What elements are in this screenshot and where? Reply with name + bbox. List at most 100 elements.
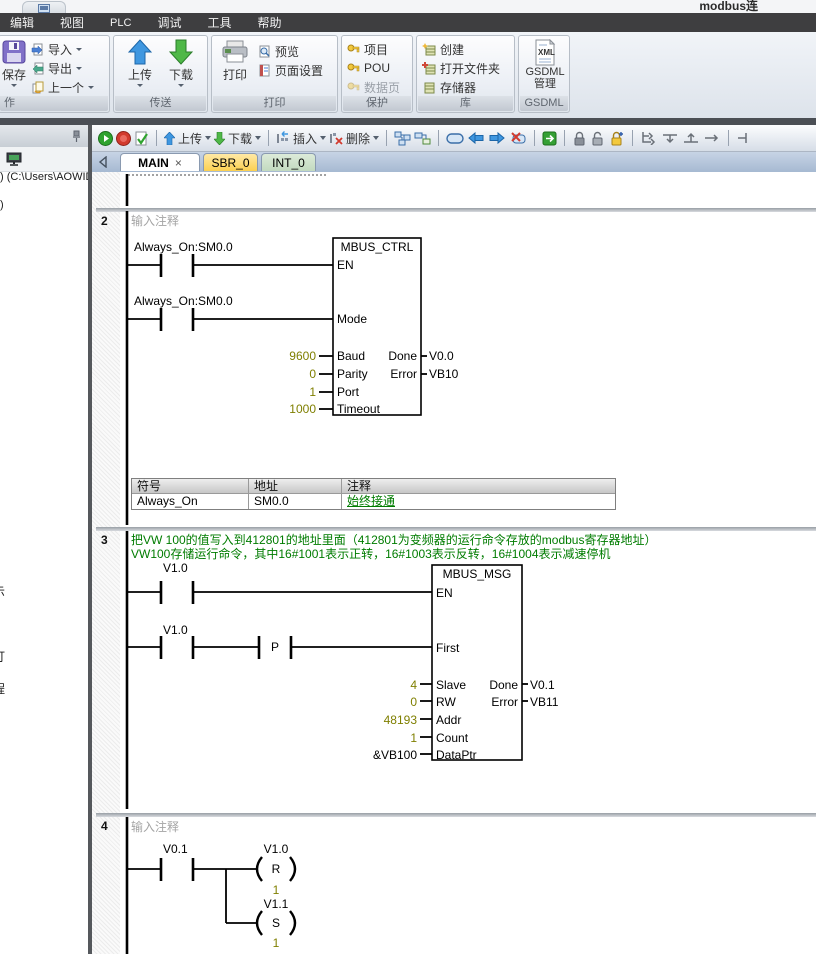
menu-tools[interactable]: 工具 xyxy=(207,14,231,31)
tree-item-fragment[interactable]: 打 xyxy=(0,648,5,665)
tree-item-fragment[interactable]: ) xyxy=(0,199,4,211)
pou-diagram-icon[interactable] xyxy=(394,131,411,146)
param-addr-value[interactable]: 48193 xyxy=(384,713,418,727)
library-memory-button[interactable]: 存储器 xyxy=(422,78,476,96)
output-done-operand[interactable]: V0.1 xyxy=(530,678,555,692)
editor-upload-caret xyxy=(205,136,211,140)
contact-operand[interactable]: V1.0 xyxy=(163,561,188,575)
delete-icon xyxy=(329,131,343,145)
import-button[interactable]: 导入 xyxy=(31,40,82,58)
param-slave-value[interactable]: 4 xyxy=(410,678,417,692)
coil-count[interactable]: 1 xyxy=(273,883,280,897)
contact-operand[interactable]: V1.0 xyxy=(163,623,188,637)
tab-sbr0[interactable]: SBR_0 xyxy=(203,153,258,171)
upload-button[interactable]: 上传 xyxy=(123,39,157,87)
editor-download-button[interactable]: 下载 xyxy=(214,130,261,147)
print-label: 打印 xyxy=(223,66,247,83)
tab-scroll-left-icon[interactable] xyxy=(98,156,108,168)
menu-plc[interactable]: PLC xyxy=(110,17,131,29)
pin-icon[interactable] xyxy=(72,130,81,142)
menu-view[interactable]: 视图 xyxy=(60,14,84,31)
param-timeout-value[interactable]: 1000 xyxy=(289,402,316,416)
coil-paren-right[interactable] xyxy=(290,857,295,881)
output-done-operand[interactable]: V0.0 xyxy=(429,349,454,363)
project-path-fragment[interactable]: ) (C:\Users\AOWID xyxy=(0,171,88,183)
lock-add-icon[interactable] xyxy=(608,131,625,146)
goto-icon[interactable] xyxy=(542,131,557,146)
memory-icon xyxy=(422,81,436,94)
param-parity-value[interactable]: 0 xyxy=(309,367,316,381)
group-label-library: 库 xyxy=(418,96,513,111)
library-open-folder-button[interactable]: 打开文件夹 xyxy=(422,59,500,77)
save-icon xyxy=(1,39,27,65)
tree-item-fragment[interactable]: 程 xyxy=(0,680,5,697)
branch-right-icon[interactable] xyxy=(640,131,658,145)
coil-paren-left[interactable] xyxy=(257,911,262,935)
bookmark-toggle-icon[interactable] xyxy=(446,132,464,145)
library-create-button[interactable]: 创建 xyxy=(422,40,464,58)
output-error-operand[interactable]: VB10 xyxy=(429,367,459,381)
block-pin-done: Done xyxy=(388,349,417,363)
contact-operand[interactable]: Always_On:SM0.0 xyxy=(134,294,233,308)
menu-edit[interactable]: 编辑 xyxy=(10,14,34,31)
tab-main[interactable]: MAIN × xyxy=(120,153,200,171)
save-button[interactable]: 保存 xyxy=(0,39,29,87)
clear-bookmarks-icon[interactable] xyxy=(509,131,527,145)
tab-int0[interactable]: INT_0 xyxy=(261,153,316,171)
tree-item-fragment[interactable]: 示 xyxy=(0,583,5,600)
page-setup-button[interactable]: 页面设置 xyxy=(258,61,323,79)
menu-help[interactable]: 帮助 xyxy=(257,14,281,31)
line-vertical-icon[interactable] xyxy=(736,131,750,145)
line-right-icon[interactable] xyxy=(703,131,721,145)
coil-paren-right[interactable] xyxy=(290,911,295,935)
branch-down-icon[interactable] xyxy=(661,131,679,145)
contact-operand[interactable]: Always_On:SM0.0 xyxy=(134,240,233,254)
coil-operand[interactable]: V1.1 xyxy=(264,897,289,911)
coil-paren-left[interactable] xyxy=(257,857,262,881)
export-button[interactable]: 导出 xyxy=(31,59,82,77)
param-dataptr-value[interactable]: &VB100 xyxy=(373,748,417,762)
insert-button[interactable]: 插入 xyxy=(276,130,326,147)
menu-debug[interactable]: 调试 xyxy=(157,14,181,31)
param-count-value[interactable]: 1 xyxy=(410,731,417,745)
compile-check-icon[interactable] xyxy=(134,131,149,146)
block-pin-en: EN xyxy=(337,258,354,272)
monitor-icon[interactable] xyxy=(6,152,22,166)
insert-icon xyxy=(276,131,290,145)
run-icon[interactable] xyxy=(98,131,113,146)
gsdml-manage-button[interactable]: XML GSDML 管理 xyxy=(524,39,566,90)
tab-main-label: MAIN xyxy=(138,156,169,170)
download-button[interactable]: 下载 xyxy=(164,39,198,87)
print-button[interactable]: 打印 xyxy=(218,39,252,83)
ribbon-group-print: 打印 预览 页面设置 打印 xyxy=(211,35,338,113)
block-pin-timeout: Timeout xyxy=(337,402,381,416)
library-open-folder-label: 打开文件夹 xyxy=(440,60,500,77)
previous-button[interactable]: 上一个 xyxy=(31,78,94,96)
protect-project-button[interactable]: 项目 xyxy=(347,40,388,58)
param-port-value[interactable]: 1 xyxy=(309,385,316,399)
previous-bookmark-icon[interactable] xyxy=(467,131,485,145)
editor-upload-button[interactable]: 上传 xyxy=(164,130,211,147)
contact-operand[interactable]: V0.1 xyxy=(163,842,188,856)
download-label: 下载 xyxy=(169,66,193,83)
block-pin-slave: Slave xyxy=(436,678,466,692)
xml-file-icon: XML xyxy=(533,39,557,66)
lock-closed-icon[interactable] xyxy=(572,131,587,146)
lock-open-icon[interactable] xyxy=(590,131,605,146)
ladder-canvas: 2 3 4 输入注释 把VW 100的值写入到412801的地址里面（41280… xyxy=(92,172,816,954)
param-baud-value[interactable]: 9600 xyxy=(289,349,316,363)
quick-access-tab[interactable] xyxy=(22,1,66,13)
delete-button[interactable]: 删除 xyxy=(329,130,379,147)
coil-operand[interactable]: V1.0 xyxy=(264,842,289,856)
next-bookmark-icon[interactable] xyxy=(488,131,506,145)
coil-count[interactable]: 1 xyxy=(273,936,280,950)
param-rw-value[interactable]: 0 xyxy=(410,695,417,709)
preview-button[interactable]: 预览 xyxy=(258,42,299,60)
pou-diagram-icon-2[interactable] xyxy=(414,131,431,146)
tab-close-icon[interactable]: × xyxy=(175,156,182,170)
protect-pou-button[interactable]: POU xyxy=(347,59,390,77)
line-up-icon[interactable] xyxy=(682,131,700,145)
stop-icon[interactable] xyxy=(116,131,131,146)
preview-label: 预览 xyxy=(275,43,299,60)
output-error-operand[interactable]: VB11 xyxy=(530,695,559,709)
